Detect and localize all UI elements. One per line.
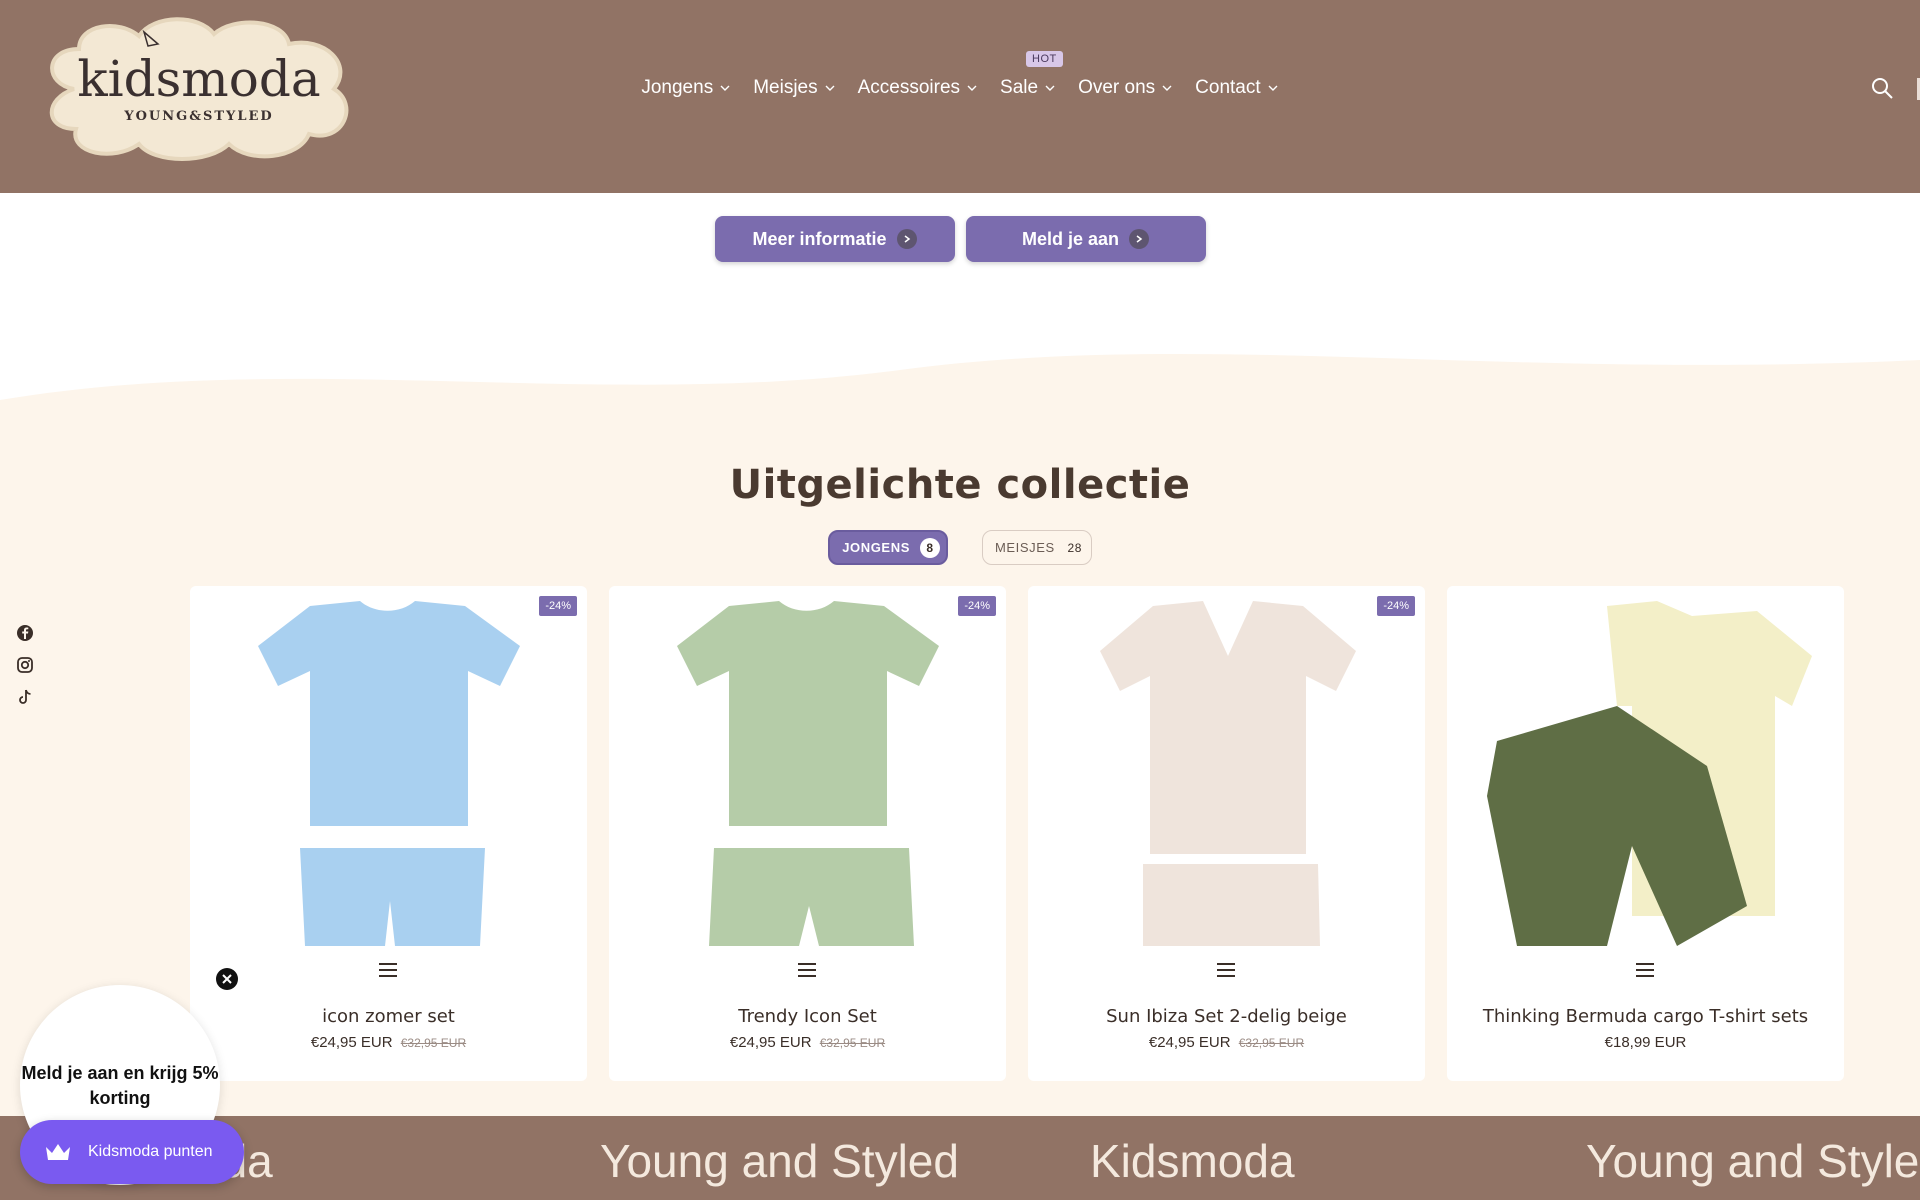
nav-item-sale[interactable]: HOT Sale	[1000, 51, 1063, 99]
product-prices: €18,99 EUR	[1447, 1034, 1844, 1051]
main-nav: Jongens Meisjes Accessoires HOT Sale Ove…	[0, 0, 1920, 176]
product-card[interactable]: -24% icon zomer set €24,95 EUR €32,95 EU…	[190, 586, 587, 1081]
nav-label: Contact	[1195, 77, 1261, 98]
product-title[interactable]: Trendy Icon Set	[609, 1006, 1006, 1027]
crown-icon	[46, 1144, 70, 1160]
menu-icon[interactable]	[1214, 960, 1238, 980]
product-title[interactable]: icon zomer set	[190, 1006, 587, 1027]
rewards-label: Kidsmoda punten	[88, 1143, 213, 1160]
discount-badge: -24%	[1377, 596, 1415, 616]
site-header: kidsmoda YOUNG&STYLED Jongens Meisjes Ac…	[0, 0, 1920, 193]
collection-tabs: JONGENS 8 MEISJES 28	[0, 530, 1920, 565]
cta-row: Meer informatie Meld je aan	[0, 216, 1920, 262]
product-title[interactable]: Thinking Bermuda cargo T-shirt sets	[1447, 1006, 1844, 1027]
nav-item-jongens[interactable]: Jongens	[641, 77, 731, 99]
menu-icon[interactable]	[376, 960, 400, 980]
chevron-down-icon	[1045, 85, 1055, 91]
tab-count: 28	[1067, 540, 1083, 555]
product-old-price: €32,95 EUR	[400, 1036, 467, 1050]
tab-jongens[interactable]: JONGENS 8	[828, 530, 948, 565]
social-links	[16, 624, 34, 706]
tiktok-icon[interactable]	[16, 688, 34, 706]
signup-button[interactable]: Meld je aan	[965, 216, 1206, 262]
product-image[interactable]	[1457, 596, 1834, 948]
marquee-text: Young and Styled	[600, 1135, 959, 1187]
more-info-button[interactable]: Meer informatie	[714, 216, 955, 262]
chevron-right-icon	[1129, 229, 1150, 249]
discount-badge: -24%	[958, 596, 996, 616]
menu-icon[interactable]	[1633, 960, 1657, 980]
nav-item-over-ons[interactable]: Over ons	[1078, 77, 1173, 99]
nav-item-meisjes[interactable]: Meisjes	[753, 77, 835, 99]
menu-icon[interactable]	[795, 960, 819, 980]
chevron-down-icon	[720, 85, 730, 91]
nav-label: Over ons	[1078, 77, 1156, 98]
nav-item-accessoires[interactable]: Accessoires	[858, 77, 978, 99]
product-prices: €24,95 EUR €32,95 EUR	[609, 1034, 1006, 1051]
instagram-icon[interactable]	[16, 656, 34, 674]
product-prices: €24,95 EUR €32,95 EUR	[190, 1034, 587, 1051]
marquee-text: Kidsmoda	[1090, 1135, 1295, 1187]
product-card[interactable]: -24% Sun Ibiza Set 2-delig beige €24,95 …	[1028, 586, 1425, 1081]
chevron-down-icon	[1162, 85, 1172, 91]
nav-label: Jongens	[641, 77, 714, 98]
close-icon[interactable]	[216, 968, 238, 990]
nav-label: Sale	[1000, 77, 1039, 98]
tab-label: MEISJES	[994, 540, 1055, 555]
hot-badge: HOT	[1026, 51, 1063, 67]
product-price: €24,95 EUR	[729, 1034, 812, 1051]
product-old-price: €32,95 EUR	[819, 1036, 886, 1050]
discount-badge: -24%	[539, 596, 577, 616]
chevron-down-icon	[1268, 85, 1278, 91]
product-card[interactable]: -24% Trendy Icon Set €24,95 EUR €32,95 E…	[609, 586, 1006, 1081]
product-prices: €24,95 EUR €32,95 EUR	[1028, 1034, 1425, 1051]
chevron-right-icon	[896, 229, 917, 249]
product-price: €18,99 EUR	[1604, 1034, 1687, 1051]
product-price: €24,95 EUR	[1148, 1034, 1231, 1051]
section-title: Uitgelichte collectie	[729, 462, 1191, 508]
rewards-button[interactable]: Kidsmoda punten	[20, 1120, 244, 1184]
product-image[interactable]	[1038, 596, 1415, 948]
chevron-down-icon	[967, 85, 977, 91]
product-card[interactable]: Thinking Bermuda cargo T-shirt sets €18,…	[1447, 586, 1844, 1081]
marquee-text: Young and Styled	[1586, 1135, 1920, 1187]
tab-count: 8	[919, 537, 940, 558]
product-title[interactable]: Sun Ibiza Set 2-delig beige	[1028, 1006, 1425, 1027]
tab-meisjes[interactable]: MEISJES 28	[981, 530, 1092, 565]
nav-item-contact[interactable]: Contact	[1195, 77, 1278, 99]
product-image[interactable]	[200, 596, 577, 948]
more-info-label: Meer informatie	[752, 228, 887, 249]
product-image[interactable]	[619, 596, 996, 948]
chevron-down-icon	[825, 85, 835, 91]
search-icon[interactable]	[1870, 76, 1894, 100]
product-grid: -24% icon zomer set €24,95 EUR €32,95 EU…	[190, 586, 1845, 1081]
product-old-price: €32,95 EUR	[1238, 1036, 1305, 1050]
popup-text: Meld je aan en krijg 5% korting	[21, 1063, 219, 1108]
product-price: €24,95 EUR	[310, 1034, 393, 1051]
nav-label: Accessoires	[857, 77, 961, 98]
nav-label: Meisjes	[753, 77, 818, 98]
signup-label: Meld je aan	[1021, 228, 1120, 249]
tab-label: JONGENS	[842, 540, 910, 555]
brand-marquee: oda Young and Styled Kidsmoda Young and …	[0, 1116, 1920, 1200]
facebook-icon[interactable]	[16, 624, 34, 642]
